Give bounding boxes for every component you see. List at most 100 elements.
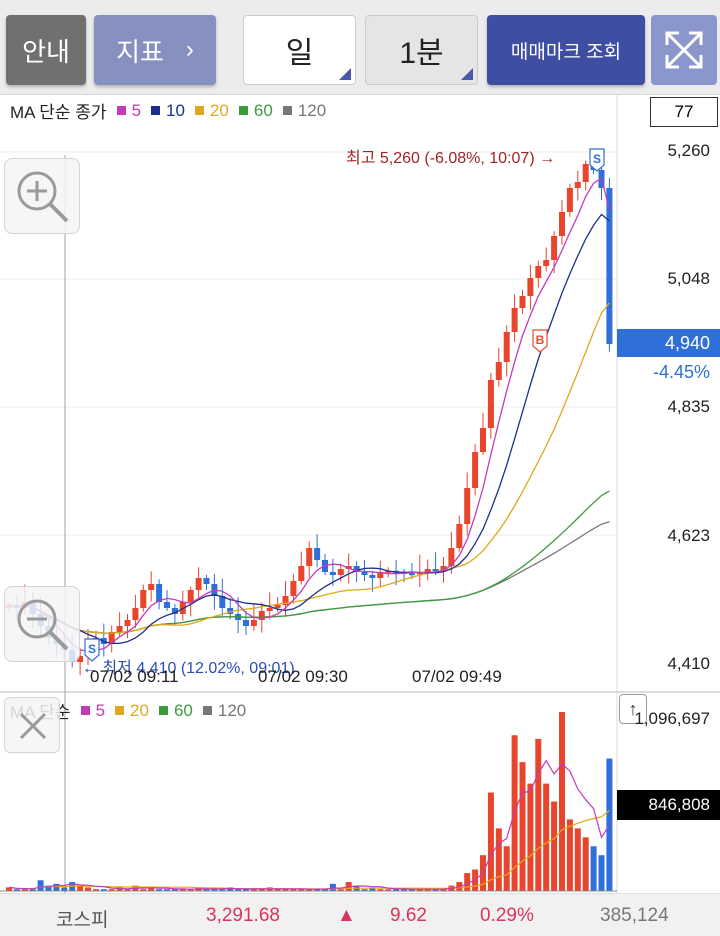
index-name: 코스피 [56,910,109,931]
candle-body [290,581,297,596]
legend-item-20: 20 [130,700,149,720]
time-axis-label: 07/02 09:30 [258,667,348,686]
candle-body [140,590,147,608]
volume-bar [85,887,91,891]
candle-body [369,575,376,578]
period-label: 일 [285,37,314,70]
current-price-tag: 4,940 [617,329,720,357]
candle-body [566,188,573,212]
zoom-in-icon [17,171,69,223]
legend-swatch-60 [158,706,168,715]
legend-item-20: 20 [209,100,229,120]
close-volume-button[interactable] [4,697,60,753]
volume-bar [487,792,494,891]
zoom-out-icon [17,599,69,651]
chevron-right-icon: › [185,36,194,63]
trade-mark-label: 매매마크 조회 [510,41,622,63]
interval-select[interactable]: 1분 [365,15,478,85]
price-axis-label: 4,835 [667,397,710,416]
candle-body [124,620,131,626]
candle-body [329,572,336,575]
volume-bar [37,880,44,891]
legend-swatch-60 [238,106,248,115]
volume-bar [582,837,589,891]
stock-chart-screen: { "toolbar": { "guide": "안내", "indicator… [0,0,720,936]
candle-body [203,578,210,584]
guide-label: 안내 [22,36,70,67]
dropdown-corner-icon [339,68,351,80]
candle-body [274,605,281,608]
fullscreen-button[interactable] [651,15,717,85]
volume-bar [606,758,613,891]
period-select[interactable]: 일 [243,15,356,85]
interval-label: 1분 [399,37,444,70]
candle-body [464,488,471,524]
price-volume-chart[interactable]: SBS [0,95,720,893]
index-ticker-bar[interactable]: 코스피 3,291.68 ▲ 9.62 0.29% 385,124 [0,893,720,936]
candle-body [527,278,534,296]
volume-bar [464,873,471,891]
legend-swatch-5 [80,706,90,715]
volume-ma5-line [8,759,610,890]
volume-current-value: 846,808 [648,795,710,814]
legend-item-5: 5 [95,700,106,720]
indicator-label: 지표 [116,36,164,67]
candle-body [195,578,202,590]
candle-body [361,572,368,575]
trade-mark-button[interactable]: 매매마크 조회 [487,15,645,85]
candle-body [456,524,463,548]
legend-swatch-120 [202,706,212,715]
candle-body [472,452,479,488]
candle-body [535,266,542,278]
buy-marker-label: B [536,333,545,347]
dropdown-corner-icon [461,68,473,80]
candle-count-value: 77 [674,102,694,121]
candle-body [503,332,510,362]
volume-bar [53,883,60,891]
candle-body [314,548,321,560]
candle-body [559,212,565,236]
guide-button[interactable]: 안내 [6,15,86,85]
candle-body [116,626,123,632]
candle-body [250,620,257,626]
candle-body [243,620,249,626]
time-axis-label: 07/02 09:49 [412,667,502,686]
legend-swatch-20 [194,106,204,115]
legend-swatch-120 [282,106,292,115]
candle-body [298,566,305,581]
volume-bar [574,828,581,891]
zoom-in-button[interactable] [4,158,80,234]
up-triangle-icon: ▲ [337,905,356,926]
volume-bar [559,712,565,891]
volume-bar [590,846,597,891]
candle-body [306,548,313,566]
candle-body [132,608,139,620]
volume-ma20-line [8,810,610,890]
high-annotation: 최고 5,260 (-6.08%, 10:07) → [346,150,556,167]
candle-body [582,164,589,182]
index-value: 3,291.68 [206,905,280,926]
legend-swatch-20 [115,706,125,715]
candle-body [543,260,550,266]
legend-item-120: 120 [297,100,327,120]
zoom-out-button[interactable] [4,586,80,662]
price-axis-label: 5,048 [667,269,710,288]
candle-count-box[interactable]: 77 [650,97,718,127]
legend-swatch-5 [116,106,126,115]
candle-body [156,584,163,602]
volume-bar [598,855,605,891]
candle-body [164,602,170,608]
volume-bar [551,801,558,891]
current-change-pct: -4.45% [652,362,710,382]
candle-body [266,608,273,611]
candle-body [551,236,558,260]
candle-body [519,296,526,308]
indicator-button[interactable]: 지표 › [94,15,216,85]
legend-swatch-10 [151,106,161,115]
candle-body [511,308,518,332]
volume-bar [503,846,510,891]
index-volume: 385,124 [600,905,669,926]
main-ma-legend: MA 단순 종가 5 10 20 60 120 [10,98,326,123]
sell-marker-label: S [593,152,601,166]
legend-item-60: 60 [253,100,273,120]
